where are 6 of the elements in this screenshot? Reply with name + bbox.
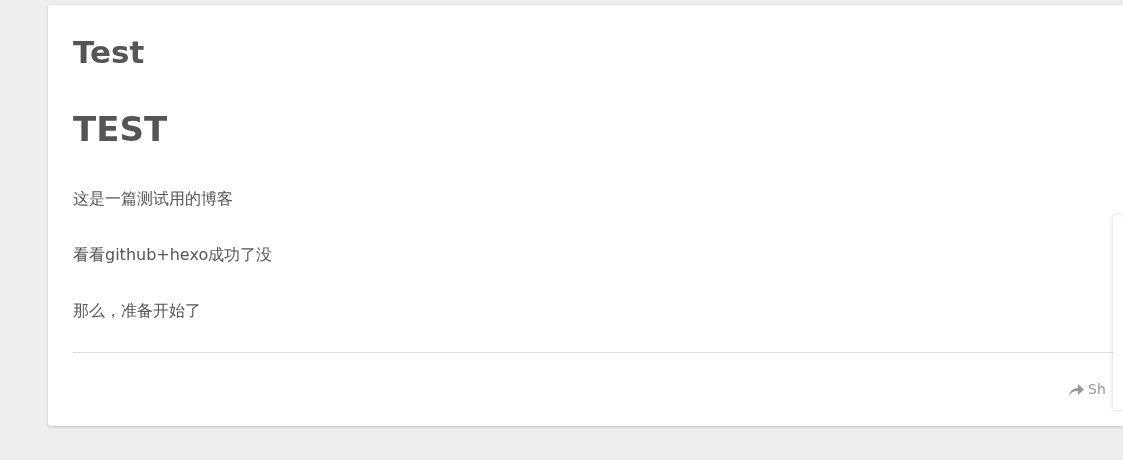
- post-title[interactable]: Test: [73, 32, 145, 72]
- paragraph: 那么，准备开始了: [73, 300, 201, 322]
- paragraph: 看看github+hexo成功了没: [73, 244, 273, 266]
- share-icon: [1068, 382, 1084, 397]
- content-heading: TEST: [73, 108, 168, 151]
- paragraph: 这是一篇测试用的博客: [73, 188, 233, 210]
